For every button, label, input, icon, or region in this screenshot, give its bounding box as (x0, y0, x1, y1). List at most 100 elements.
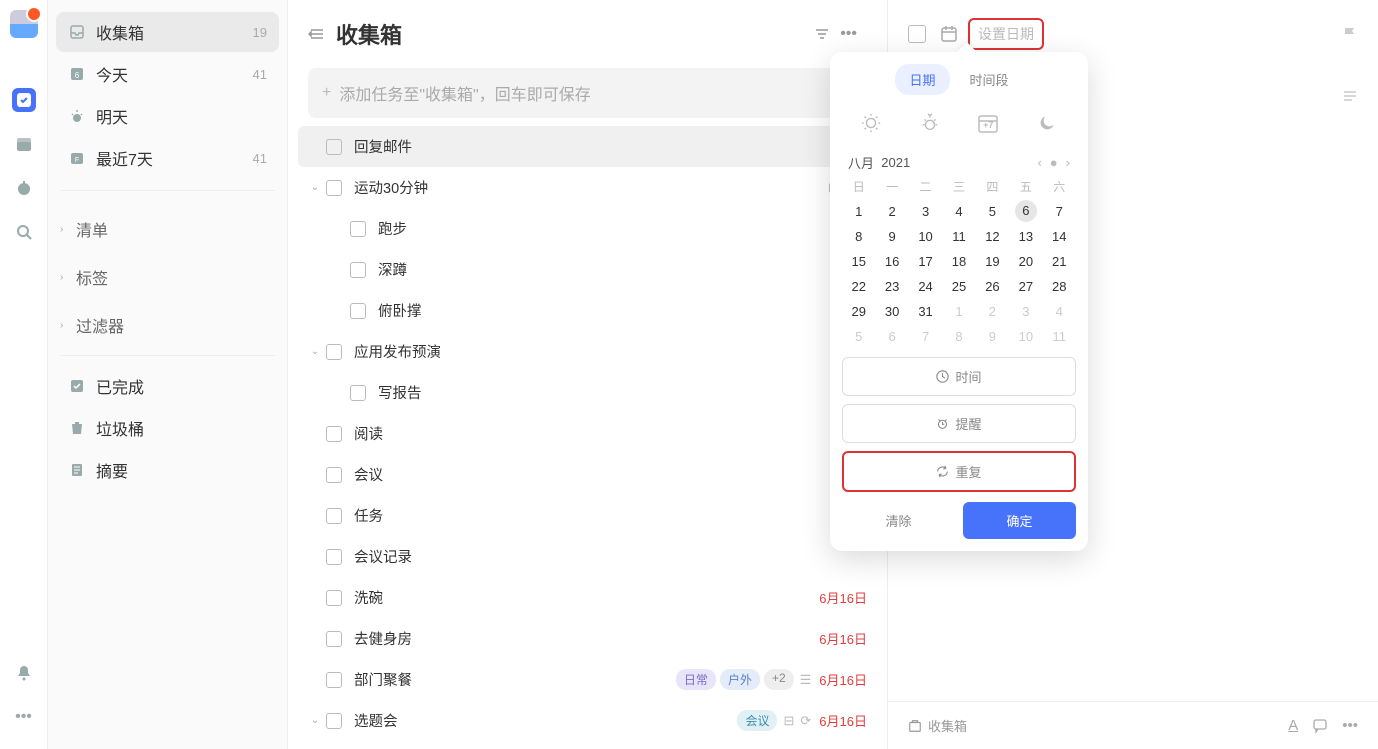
menu-toggle-icon[interactable] (308, 25, 326, 43)
task-row[interactable]: 俯卧撑6月 (298, 290, 877, 331)
calendar-day[interactable]: 22 (842, 274, 875, 299)
calendar-day[interactable]: 8 (842, 224, 875, 249)
calendar-day[interactable]: 9 (875, 224, 908, 249)
task-checkbox[interactable] (326, 426, 342, 442)
calendar-day[interactable]: 7 (1043, 199, 1076, 224)
tag[interactable]: 日常 (676, 669, 716, 690)
sidebar-item-week[interactable]: F最近7天41 (56, 138, 279, 178)
task-checkbox[interactable] (350, 385, 366, 401)
calendar-day[interactable]: 6 (1015, 200, 1037, 222)
calendar-day[interactable]: 3 (1009, 299, 1042, 324)
sidebar-item-inbox[interactable]: 收集箱19 (56, 12, 279, 52)
task-row[interactable]: 深蹲 (298, 249, 877, 290)
task-checkbox[interactable] (326, 590, 342, 606)
notification-icon[interactable] (12, 661, 36, 685)
sidebar-group[interactable]: ›标签 (56, 257, 279, 297)
calendar-day[interactable]: 14 (1043, 224, 1076, 249)
task-checkbox[interactable] (350, 221, 366, 237)
task-checkbox[interactable] (326, 549, 342, 565)
calendar-icon[interactable] (940, 25, 958, 43)
calendar-day[interactable]: 10 (909, 224, 942, 249)
calendar-day[interactable]: 6 (875, 324, 908, 349)
tasks-icon[interactable] (12, 88, 36, 112)
task-row[interactable]: 会议6月 (298, 454, 877, 495)
calendar-day[interactable]: 17 (909, 249, 942, 274)
sort-icon[interactable] (814, 26, 830, 42)
clear-button[interactable]: 清除 (842, 502, 955, 539)
calendar-day[interactable]: 25 (942, 274, 975, 299)
text-style-icon[interactable]: A (1288, 717, 1298, 734)
calendar-icon[interactable] (12, 132, 36, 156)
calendar-day[interactable]: 23 (875, 274, 908, 299)
chevron-down-icon[interactable]: ⌄ (308, 346, 322, 357)
task-row[interactable]: 会议记录 (298, 536, 877, 577)
calendar-day[interactable]: 28 (1043, 274, 1076, 299)
calendar-day[interactable]: 20 (1009, 249, 1042, 274)
task-row[interactable]: 部门聚餐日常户外+2☰6月16日 (298, 659, 877, 700)
task-checkbox[interactable] (326, 180, 342, 196)
calendar-day[interactable]: 7 (909, 324, 942, 349)
comment-icon[interactable] (1312, 718, 1328, 734)
more-icon[interactable]: ••• (840, 25, 857, 43)
calendar-day[interactable]: 31 (909, 299, 942, 324)
task-row[interactable]: 任务6月 (298, 495, 877, 536)
calendar-day[interactable]: 11 (1043, 324, 1076, 349)
calendar-day[interactable]: 4 (942, 199, 975, 224)
detail-checkbox[interactable] (908, 25, 926, 43)
calendar-day[interactable]: 5 (976, 199, 1009, 224)
calendar-day[interactable]: 3 (909, 199, 942, 224)
calendar-day[interactable]: 29 (842, 299, 875, 324)
task-row[interactable]: 写报告 (298, 372, 877, 413)
tag[interactable]: +2 (764, 669, 794, 690)
calendar-day[interactable]: 15 (842, 249, 875, 274)
tag[interactable]: 会议 (737, 710, 777, 731)
calendar-day[interactable]: 5 (842, 324, 875, 349)
calendar-day[interactable]: 30 (875, 299, 908, 324)
calendar-day[interactable]: 19 (976, 249, 1009, 274)
task-row[interactable]: 洗碗6月16日 (298, 577, 877, 618)
calendar-day[interactable]: 11 (942, 224, 975, 249)
outline-icon[interactable] (1342, 88, 1358, 104)
calendar-day[interactable]: 4 (1043, 299, 1076, 324)
quick-nextweek-icon[interactable]: +7 (966, 105, 1010, 141)
sidebar-group[interactable]: ›过滤器 (56, 305, 279, 345)
task-row[interactable]: 上课☰ (298, 741, 877, 749)
repeat-button[interactable]: 重复 (842, 451, 1076, 492)
sidebar-item-calday[interactable]: 6今天41 (56, 54, 279, 94)
sidebar-group[interactable]: ›清单 (56, 209, 279, 249)
search-icon[interactable] (12, 220, 36, 244)
task-row[interactable]: 回复邮件 (298, 126, 877, 167)
calendar-day[interactable]: 24 (909, 274, 942, 299)
chevron-down-icon[interactable]: ⌄ (308, 715, 322, 726)
sidebar-item-tomorrow[interactable]: 明天 (56, 96, 279, 136)
calendar-day[interactable]: 10 (1009, 324, 1042, 349)
task-checkbox[interactable] (326, 467, 342, 483)
calendar-day[interactable]: 13 (1009, 224, 1042, 249)
calendar-day[interactable]: 2 (875, 199, 908, 224)
task-checkbox[interactable] (326, 713, 342, 729)
add-task-input[interactable]: + 添加任务至"收集箱"，回车即可保存 (308, 68, 867, 118)
quick-tomorrow-icon[interactable] (908, 105, 952, 141)
task-checkbox[interactable] (326, 631, 342, 647)
more-icon[interactable]: ••• (12, 705, 36, 729)
calendar-day[interactable]: 18 (942, 249, 975, 274)
pomo-icon[interactable] (12, 176, 36, 200)
year-label[interactable]: 2021 (881, 155, 910, 170)
ok-button[interactable]: 确定 (963, 502, 1076, 539)
sidebar-item-trash[interactable]: 垃圾桶 (56, 408, 279, 448)
project-selector[interactable]: 收集箱 (908, 716, 1274, 735)
task-row[interactable]: 阅读 (298, 413, 877, 454)
go-today-icon[interactable]: ● (1050, 155, 1058, 170)
task-row[interactable]: ⌄选题会会议⊟⟳6月16日 (298, 700, 877, 741)
month-label[interactable]: 八月 (848, 153, 874, 172)
time-button[interactable]: 时间 (842, 357, 1076, 396)
set-date-button[interactable]: 设置日期 (968, 18, 1044, 50)
priority-flag-icon[interactable] (1342, 26, 1358, 42)
tab-range[interactable]: 时间段 (956, 64, 1023, 95)
calendar-day[interactable]: 12 (976, 224, 1009, 249)
chevron-down-icon[interactable]: ⌄ (308, 182, 322, 193)
calendar-day[interactable]: 1 (842, 199, 875, 224)
calendar-day[interactable]: 2 (976, 299, 1009, 324)
next-month-icon[interactable]: › (1066, 155, 1070, 170)
calendar-day[interactable]: 9 (976, 324, 1009, 349)
